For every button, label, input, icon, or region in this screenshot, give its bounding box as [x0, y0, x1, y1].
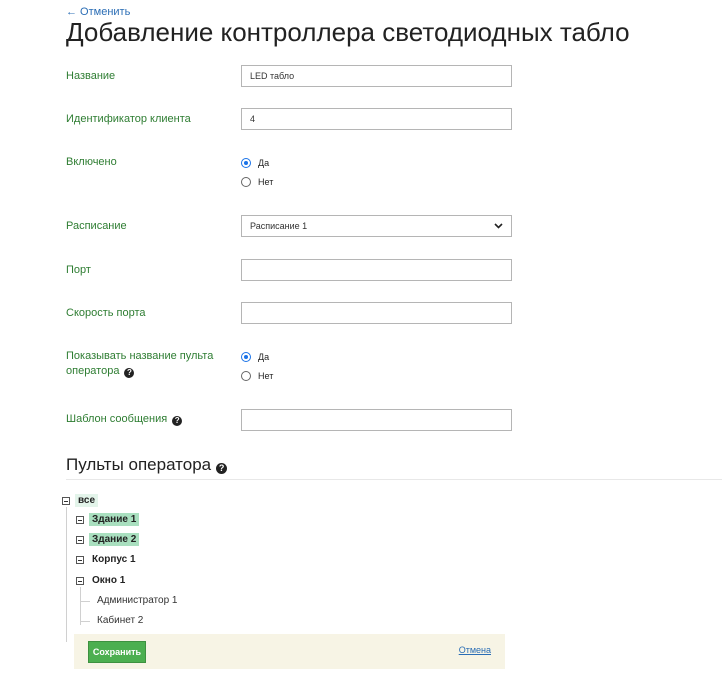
show-operator-option-no[interactable]: Нет [241, 371, 273, 381]
minus-square-icon[interactable] [76, 576, 84, 585]
tree-node-label[interactable]: все [75, 494, 99, 507]
enabled-no-label: Нет [258, 177, 274, 187]
question-circle-icon[interactable]: ? [172, 416, 183, 426]
minus-square-icon[interactable] [62, 496, 70, 505]
show-operator-no-label: Нет [258, 371, 274, 381]
question-circle-icon[interactable]: ? [216, 463, 228, 474]
tree-guide-line [66, 507, 67, 642]
enabled-option-no[interactable]: Нет [241, 177, 273, 187]
port-label: Порт [66, 264, 91, 276]
tree-leaf-admin-1[interactable]: Администратор 1 [97, 595, 178, 606]
chevron-down-icon [494, 223, 503, 229]
tree-guide-line [80, 621, 90, 622]
show-operator-yes-radio[interactable] [241, 352, 251, 362]
tree-guide-line [80, 601, 90, 602]
minus-square-icon[interactable] [76, 535, 84, 544]
show-operator-yes-label: Да [258, 352, 270, 362]
tree-leaf-cabinet-2[interactable]: Кабинет 2 [97, 615, 143, 626]
port-speed-label: Скорость порта [66, 307, 146, 319]
tree-node-root[interactable]: все [62, 494, 99, 507]
page-title: Добавление контроллера светодиодных табл… [66, 17, 630, 47]
show-operator-option-yes[interactable]: Да [241, 352, 269, 362]
tree-node-label[interactable]: Здание 2 [89, 533, 140, 546]
show-operator-no-radio[interactable] [241, 371, 251, 381]
port-input[interactable] [241, 259, 512, 281]
tree-node-label[interactable]: Здание 1 [89, 513, 140, 526]
message-template-label: Шаблон сообщения? [66, 412, 183, 427]
minus-square-icon[interactable] [76, 555, 84, 564]
minus-square-icon[interactable] [76, 515, 84, 524]
schedule-selected-value: Расписание 1 [250, 221, 308, 231]
message-template-input[interactable] [241, 409, 512, 431]
tree-node-corpus-1[interactable]: Корпус 1 [76, 553, 139, 566]
enabled-option-yes[interactable]: Да [241, 158, 269, 168]
name-label: Название [66, 70, 116, 82]
tree-node-window-1[interactable]: Окно 1 [76, 574, 128, 587]
enabled-label: Включено [66, 156, 117, 168]
tree-node-label[interactable]: Корпус 1 [89, 553, 139, 566]
tree-node-label[interactable]: Окно 1 [89, 574, 128, 587]
schedule-label: Расписание [66, 220, 127, 232]
schedule-select[interactable]: Расписание 1 [241, 215, 512, 237]
enabled-yes-radio[interactable] [241, 158, 251, 168]
name-input[interactable] [241, 65, 512, 87]
show-operator-label-text: Показывать название пульта оператора [66, 350, 214, 377]
show-operator-label: Показывать название пульта оператора? [66, 349, 226, 379]
form-footer: Сохранить Отмена [74, 634, 505, 669]
operator-consoles-title-text: Пульты оператора [66, 455, 212, 474]
operator-consoles-title: Пульты оператора? [66, 455, 228, 475]
question-circle-icon[interactable]: ? [124, 368, 135, 378]
save-button[interactable]: Сохранить [88, 641, 146, 663]
section-divider [66, 479, 722, 480]
tree-guide-line [80, 587, 81, 625]
client-id-label: Идентификатор клиента [66, 113, 191, 125]
port-speed-input[interactable] [241, 302, 512, 324]
enabled-yes-label: Да [258, 158, 270, 168]
cancel-link[interactable]: Отмена [459, 645, 491, 655]
tree-node-building-2[interactable]: Здание 2 [76, 533, 140, 546]
message-template-label-text: Шаблон сообщения [66, 413, 168, 425]
client-id-input[interactable] [241, 108, 512, 130]
tree-node-building-1[interactable]: Здание 1 [76, 513, 140, 526]
enabled-no-radio[interactable] [241, 177, 251, 187]
